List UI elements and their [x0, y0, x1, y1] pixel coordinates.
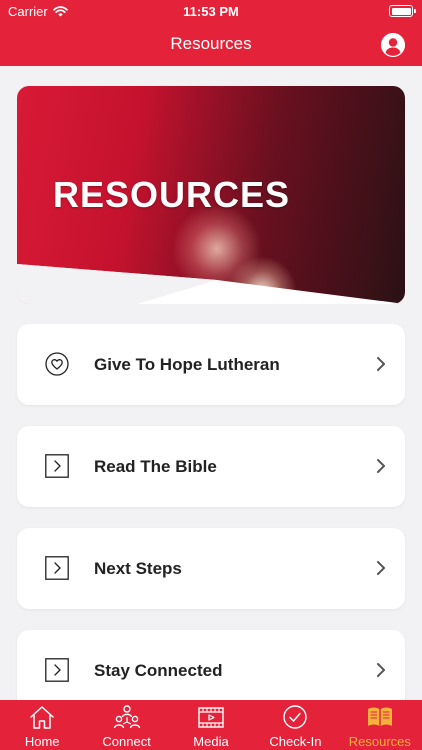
people-icon: [113, 705, 140, 729]
tab-label: Media: [193, 734, 229, 749]
chevron-right-icon: [377, 357, 385, 371]
hero-banner: RESOURCES: [17, 86, 405, 304]
tab-connect[interactable]: Connect: [84, 700, 168, 750]
tab-home[interactable]: Home: [0, 700, 84, 750]
list-item-label: Stay Connected: [94, 661, 223, 680]
list-item-label: Give To Hope Lutheran: [94, 355, 280, 374]
tab-label: Home: [24, 734, 60, 749]
home-icon: [30, 706, 54, 729]
list-item-give[interactable]: Give To Hope Lutheran: [17, 324, 405, 405]
heart-circle-icon: [45, 352, 69, 376]
status-bar: Carrier 11:53 PM: [0, 0, 422, 22]
list-item-next-steps[interactable]: Next Steps: [17, 528, 405, 609]
tab-bar: Home Connect Media Check-In Resources: [0, 700, 422, 750]
status-time: 11:53 PM: [183, 4, 239, 19]
play-square-icon: [45, 556, 69, 580]
book-icon: [367, 707, 392, 726]
tab-resources[interactable]: Resources: [338, 700, 422, 750]
tab-label: Connect: [102, 734, 151, 749]
profile-icon[interactable]: [381, 33, 405, 57]
tab-label: Resources: [348, 734, 411, 749]
checkmark-circle-icon: [283, 705, 308, 729]
tab-check-in[interactable]: Check-In: [253, 700, 337, 750]
play-square-icon: [45, 658, 69, 682]
chevron-right-icon: [377, 663, 385, 677]
navigation-bar: Resources: [0, 22, 422, 66]
page-title: Resources: [170, 34, 252, 53]
list-item-label: Next Steps: [94, 559, 182, 578]
tab-media[interactable]: Media: [169, 700, 253, 750]
media-icon: [198, 707, 224, 728]
tab-label: Check-In: [269, 734, 322, 749]
list-item-stay-connected[interactable]: Stay Connected: [17, 630, 405, 711]
list-item-bible[interactable]: Read The Bible: [17, 426, 405, 507]
hero-title: RESOURCES: [53, 174, 291, 215]
chevron-right-icon: [377, 459, 385, 473]
play-square-icon: [45, 454, 69, 478]
battery-icon: [389, 5, 416, 17]
list-item-label: Read The Bible: [94, 457, 217, 476]
chevron-right-icon: [377, 561, 385, 575]
